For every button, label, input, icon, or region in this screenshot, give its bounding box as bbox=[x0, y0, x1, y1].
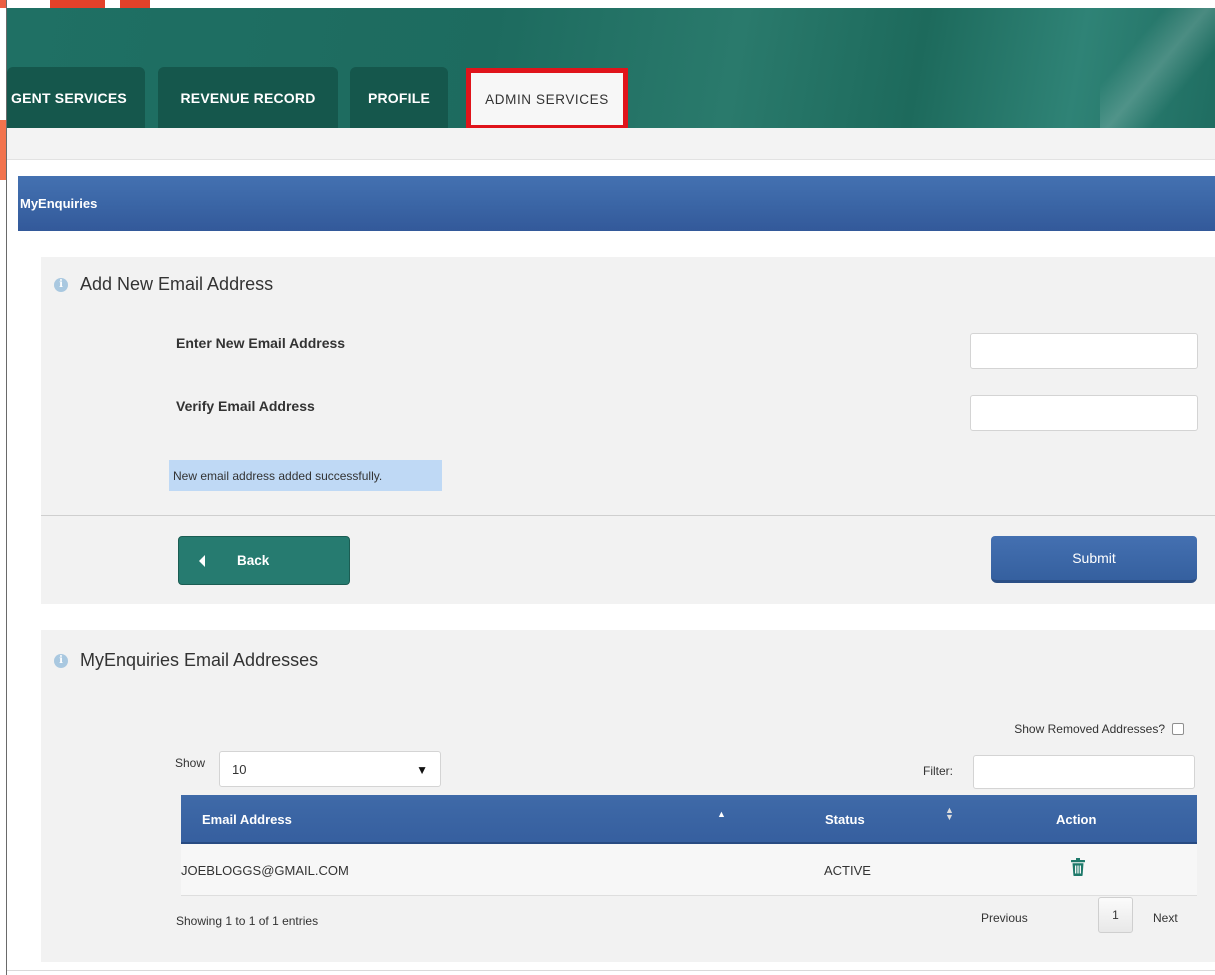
bottom-rule bbox=[7, 970, 1215, 971]
show-removed-toggle: Show Removed Addresses? bbox=[1014, 722, 1184, 736]
add-email-title-text: Add New Email Address bbox=[80, 274, 274, 294]
pagination-next[interactable]: Next bbox=[1153, 911, 1178, 925]
back-button[interactable]: Back bbox=[178, 536, 350, 585]
column-header-status[interactable]: Status bbox=[825, 812, 865, 827]
sort-both-icon[interactable]: ▲ ▼ bbox=[945, 806, 954, 822]
app-frame: GENT SERVICES REVENUE RECORD PROFILE ADM… bbox=[0, 0, 1215, 975]
pagination-page-1[interactable]: 1 bbox=[1098, 897, 1133, 933]
add-email-title: i Add New Email Address bbox=[54, 274, 273, 295]
section-title-bar: MyEnquiries bbox=[18, 176, 1215, 231]
top-edge-decoration bbox=[50, 0, 105, 8]
verify-email-label: Verify Email Address bbox=[176, 398, 315, 414]
tab-admin-services[interactable]: ADMIN SERVICES bbox=[466, 68, 628, 130]
column-header-action: Action bbox=[1056, 812, 1097, 827]
top-edge-decoration bbox=[120, 0, 150, 8]
filter-input[interactable] bbox=[973, 755, 1195, 789]
success-message: New email address added successfully. bbox=[169, 460, 442, 491]
submit-button[interactable]: Submit bbox=[991, 536, 1197, 583]
pagination-previous[interactable]: Previous bbox=[981, 911, 1028, 925]
email-addresses-title-text: MyEnquiries Email Addresses bbox=[80, 650, 319, 670]
email-addresses-table: Email Address ▲ Status ▲ ▼ Action JOEBLOG… bbox=[181, 795, 1197, 896]
page-length-select[interactable]: 10 ▼ bbox=[219, 751, 441, 787]
tab-revenue-record[interactable]: REVENUE RECORD bbox=[158, 67, 338, 128]
cell-status: ACTIVE bbox=[824, 863, 871, 878]
back-button-label: Back bbox=[237, 553, 270, 568]
section-title: MyEnquiries bbox=[20, 196, 98, 211]
email-addresses-title: i MyEnquiries Email Addresses bbox=[54, 650, 318, 671]
show-removed-label: Show Removed Addresses? bbox=[1014, 722, 1165, 736]
header-sheen bbox=[1100, 8, 1215, 128]
dropdown-arrow-icon: ▼ bbox=[416, 763, 428, 777]
submit-button-label: Submit bbox=[1072, 550, 1116, 566]
column-header-email[interactable]: Email Address bbox=[202, 812, 292, 827]
show-removed-checkbox[interactable] bbox=[1172, 723, 1184, 735]
trash-icon[interactable] bbox=[1071, 858, 1085, 876]
tab-agent-services[interactable]: GENT SERVICES bbox=[7, 67, 145, 128]
verify-email-input[interactable] bbox=[970, 395, 1198, 431]
email-addresses-panel: i MyEnquiries Email Addresses Show Remov… bbox=[41, 630, 1215, 962]
table-info: Showing 1 to 1 of 1 entries bbox=[176, 914, 319, 928]
filter-label: Filter: bbox=[923, 764, 953, 778]
divider bbox=[41, 515, 1215, 516]
tab-profile[interactable]: PROFILE bbox=[350, 67, 448, 128]
table-header: Email Address ▲ Status ▲ ▼ Action bbox=[181, 795, 1197, 844]
page-length-value: 10 bbox=[232, 761, 247, 777]
info-icon: i bbox=[54, 653, 68, 668]
info-icon: i bbox=[54, 277, 68, 292]
sort-asc-icon[interactable]: ▲ bbox=[717, 809, 726, 819]
back-arrow-icon bbox=[199, 554, 205, 567]
add-email-panel: i Add New Email Address Enter New Email … bbox=[41, 257, 1215, 604]
new-email-label: Enter New Email Address bbox=[176, 335, 346, 351]
cell-email: JOEBLOGGS@GMAIL.COM bbox=[181, 863, 349, 878]
new-email-input[interactable] bbox=[970, 333, 1198, 369]
show-label: Show bbox=[175, 756, 206, 770]
table-row: JOEBLOGGS@GMAIL.COM ACTIVE bbox=[181, 844, 1197, 896]
sub-header-band bbox=[7, 128, 1215, 160]
